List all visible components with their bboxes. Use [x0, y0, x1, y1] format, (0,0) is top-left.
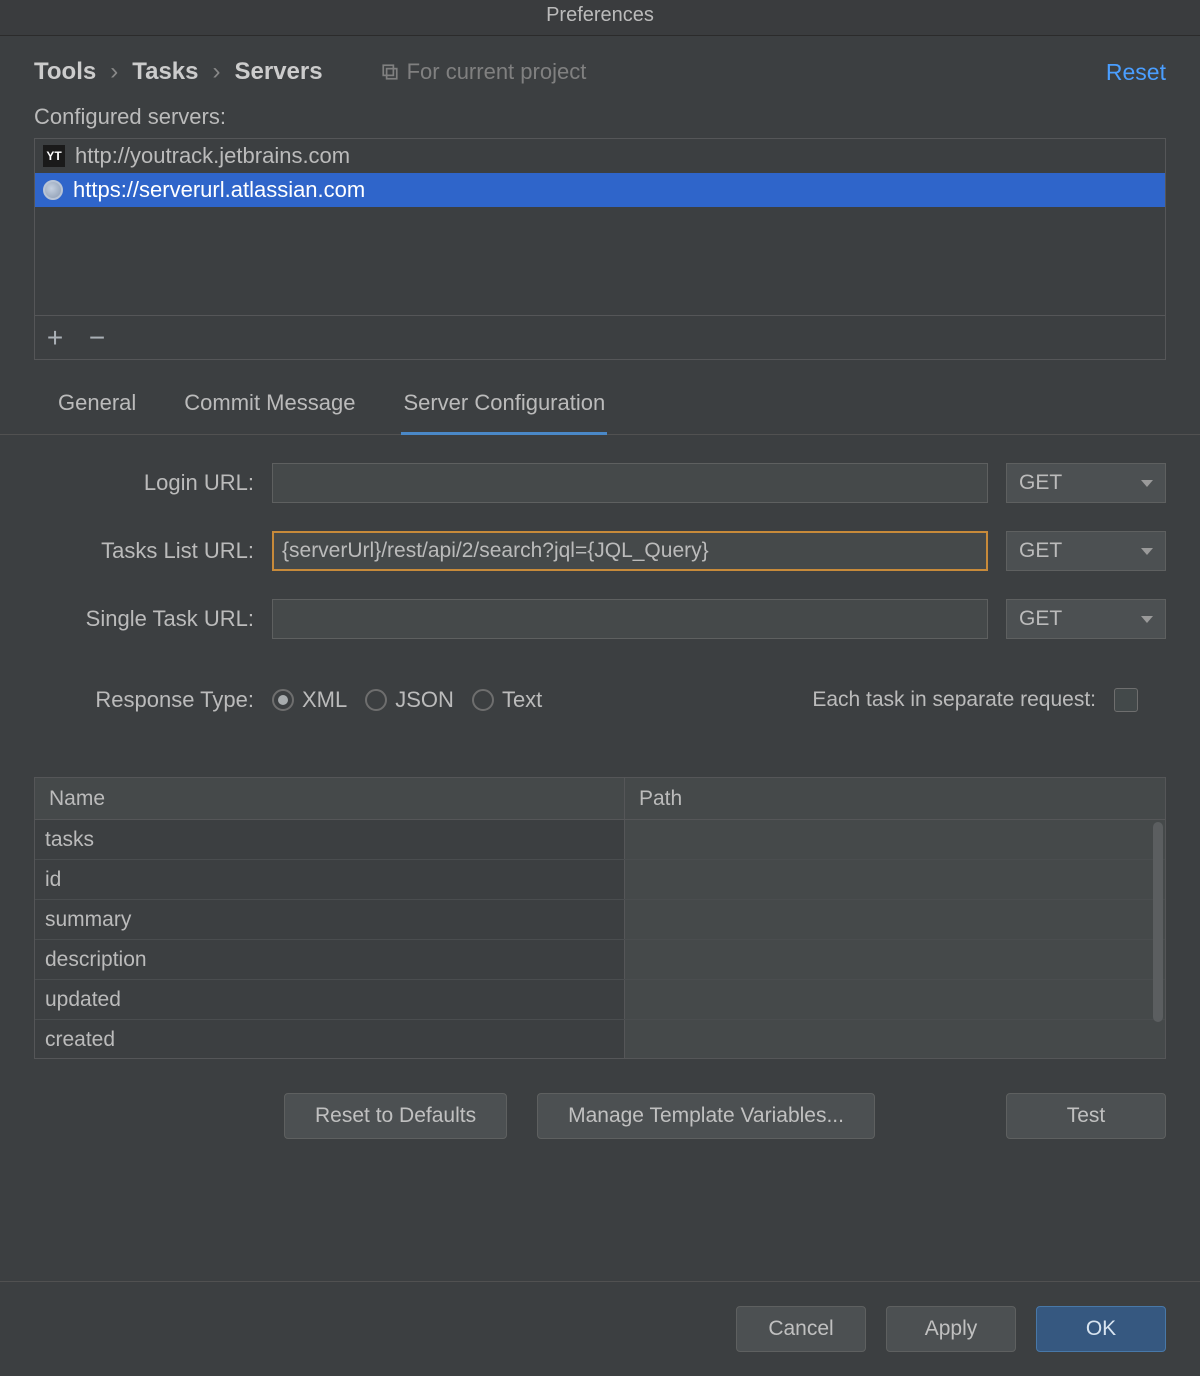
breadcrumb-item[interactable]: Servers	[235, 58, 323, 86]
radio-text: JSON	[395, 687, 454, 713]
tab-general[interactable]: General	[56, 390, 138, 434]
table-row[interactable]: id	[35, 860, 1165, 900]
chevron-right-icon: ›	[213, 58, 221, 86]
remove-server-button[interactable]: −	[85, 326, 109, 350]
radio-icon	[365, 689, 387, 711]
window-title: Preferences	[0, 0, 1200, 36]
add-server-button[interactable]: +	[43, 326, 67, 350]
cell-path[interactable]	[625, 900, 1165, 939]
radio-json[interactable]: JSON	[365, 687, 454, 713]
table-row[interactable]: updated	[35, 980, 1165, 1020]
tab-server-configuration[interactable]: Server Configuration	[401, 390, 607, 435]
chevron-right-icon: ›	[110, 58, 118, 86]
chevron-down-icon	[1141, 616, 1153, 623]
youtrack-icon: YT	[43, 145, 65, 167]
server-url: https://serverurl.atlassian.com	[73, 177, 365, 203]
table-row[interactable]: summary	[35, 900, 1165, 940]
radio-text[interactable]: Text	[472, 687, 542, 713]
chevron-down-icon	[1141, 548, 1153, 555]
radio-text: XML	[302, 687, 347, 713]
globe-icon	[43, 180, 63, 200]
single-task-url-label: Single Task URL:	[34, 606, 254, 632]
login-url-input[interactable]	[272, 463, 988, 503]
radio-icon	[272, 689, 294, 711]
copy-icon	[381, 63, 399, 81]
server-item-youtrack[interactable]: YT http://youtrack.jetbrains.com	[35, 139, 1165, 173]
cell-name[interactable]: id	[35, 860, 625, 899]
tabs: General Commit Message Server Configurat…	[0, 360, 1200, 435]
scrollbar-thumb[interactable]	[1153, 822, 1163, 1022]
server-url: http://youtrack.jetbrains.com	[75, 143, 350, 169]
reset-link[interactable]: Reset	[1106, 59, 1166, 86]
radio-text: Text	[502, 687, 542, 713]
apply-button[interactable]: Apply	[886, 1306, 1016, 1352]
cell-name[interactable]: summary	[35, 900, 625, 939]
cell-name[interactable]: description	[35, 940, 625, 979]
manage-template-variables-button[interactable]: Manage Template Variables...	[537, 1093, 875, 1139]
tasks-list-url-label: Tasks List URL:	[34, 538, 254, 564]
select-value: GET	[1019, 471, 1062, 495]
scope-indicator: For current project	[381, 59, 587, 85]
cancel-button[interactable]: Cancel	[736, 1306, 866, 1352]
tasks-list-url-input[interactable]	[272, 531, 988, 571]
column-header-name[interactable]: Name	[35, 778, 625, 819]
reset-defaults-button[interactable]: Reset to Defaults	[284, 1093, 507, 1139]
test-button[interactable]: Test	[1006, 1093, 1166, 1139]
login-url-label: Login URL:	[34, 470, 254, 496]
breadcrumb-item[interactable]: Tasks	[132, 58, 198, 86]
table-row[interactable]: created	[35, 1020, 1165, 1059]
table-row[interactable]: tasks	[35, 820, 1165, 860]
cell-path[interactable]	[625, 940, 1165, 979]
section-label: Configured servers:	[0, 104, 1200, 138]
each-task-label: Each task in separate request:	[812, 688, 1096, 712]
each-task-checkbox[interactable]	[1114, 688, 1138, 712]
cell-path[interactable]	[625, 1020, 1165, 1059]
server-list: YT http://youtrack.jetbrains.com https:/…	[34, 138, 1166, 360]
server-item-atlassian[interactable]: https://serverurl.atlassian.com	[35, 173, 1165, 207]
cell-path[interactable]	[625, 860, 1165, 899]
dialog-footer: Cancel Apply OK	[0, 1281, 1200, 1376]
select-value: GET	[1019, 539, 1062, 563]
cell-name[interactable]: tasks	[35, 820, 625, 859]
single-task-url-input[interactable]	[272, 599, 988, 639]
column-header-path[interactable]: Path	[625, 778, 1165, 819]
chevron-down-icon	[1141, 480, 1153, 487]
ok-button[interactable]: OK	[1036, 1306, 1166, 1352]
breadcrumb-item[interactable]: Tools	[34, 58, 96, 86]
tab-commit-message[interactable]: Commit Message	[182, 390, 357, 434]
single-task-url-method-select[interactable]: GET	[1006, 599, 1166, 639]
login-url-method-select[interactable]: GET	[1006, 463, 1166, 503]
mapping-table: Name Path tasksidsummarydescriptionupdat…	[34, 777, 1166, 1059]
response-type-label: Response Type:	[34, 687, 254, 713]
radio-xml[interactable]: XML	[272, 687, 347, 713]
table-row[interactable]: description	[35, 940, 1165, 980]
cell-name[interactable]: updated	[35, 980, 625, 1019]
scope-label-text: For current project	[407, 59, 587, 85]
cell-name[interactable]: created	[35, 1020, 625, 1059]
radio-icon	[472, 689, 494, 711]
tasks-list-url-method-select[interactable]: GET	[1006, 531, 1166, 571]
cell-path[interactable]	[625, 820, 1165, 859]
select-value: GET	[1019, 607, 1062, 631]
cell-path[interactable]	[625, 980, 1165, 1019]
breadcrumb: Tools › Tasks › Servers	[34, 58, 323, 86]
